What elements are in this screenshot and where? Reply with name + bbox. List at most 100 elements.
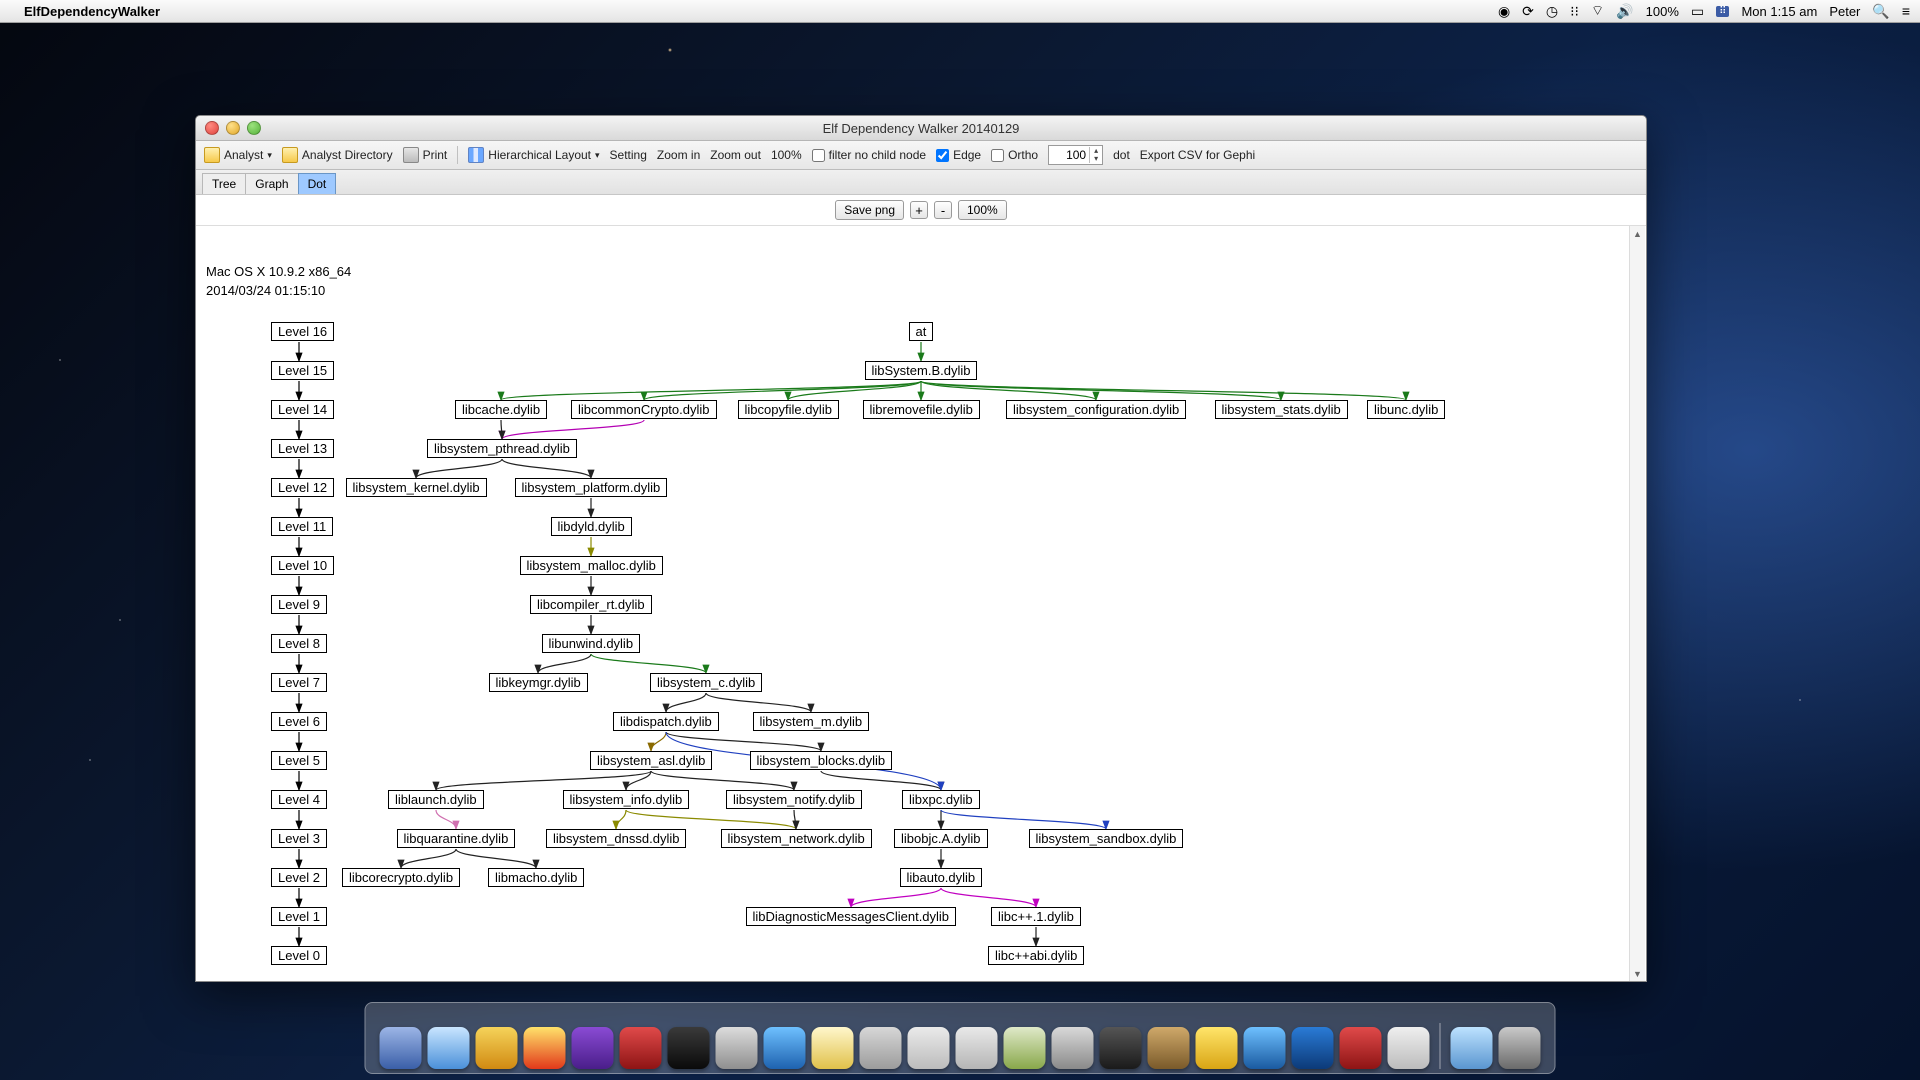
filter-checkbox-input[interactable] <box>812 149 825 162</box>
dock-app-icon[interactable] <box>1388 1027 1430 1069</box>
ortho-checkbox-input[interactable] <box>991 149 1004 162</box>
dep-node-sysB[interactable]: libSystem.B.dylib <box>865 361 978 380</box>
dep-node-ccrypto[interactable]: libcommonCrypto.dylib <box>571 400 717 419</box>
volume-icon[interactable]: 🔊 <box>1616 3 1633 20</box>
tab-tree[interactable]: Tree <box>202 173 246 194</box>
dock-app-icon[interactable] <box>956 1027 998 1069</box>
dock-app-icon[interactable] <box>1004 1027 1046 1069</box>
dep-node-dnssd[interactable]: libsystem_dnssd.dylib <box>546 829 686 848</box>
edge-checkbox-input[interactable] <box>936 149 949 162</box>
dep-node-launch[interactable]: liblaunch.dylib <box>388 790 484 809</box>
dock-app-icon[interactable] <box>1340 1027 1382 1069</box>
save-png-button[interactable]: Save png <box>835 200 904 220</box>
spinner-arrows[interactable]: ▴▾ <box>1089 147 1102 163</box>
dock-app-icon[interactable] <box>1451 1027 1493 1069</box>
menu-extra-icon[interactable]: ⁝⁝ <box>1570 3 1579 20</box>
dep-node-xpc[interactable]: libxpc.dylib <box>902 790 980 809</box>
battery-icon[interactable]: ▭ <box>1691 3 1704 20</box>
dep-node-kernel[interactable]: libsystem_kernel.dylib <box>346 478 487 497</box>
ortho-value-input[interactable] <box>1049 147 1089 163</box>
dep-node-copyfile[interactable]: libcopyfile.dylib <box>738 400 839 419</box>
dep-node-sysc[interactable]: libsystem_c.dylib <box>650 673 762 692</box>
zoom-plus-button[interactable]: + <box>910 201 928 219</box>
menubar-user[interactable]: Peter <box>1829 4 1860 19</box>
tab-graph[interactable]: Graph <box>245 173 298 194</box>
dep-node-network[interactable]: libsystem_network.dylib <box>721 829 872 848</box>
clock-icon[interactable]: ◷ <box>1546 3 1558 20</box>
zoom-100-button[interactable]: 100% <box>771 148 802 162</box>
dep-node-sysconf[interactable]: libsystem_configuration.dylib <box>1006 400 1186 419</box>
export-csv-button[interactable]: Export CSV for Gephi <box>1140 148 1255 162</box>
dock-app-icon[interactable] <box>1292 1027 1334 1069</box>
dep-node-macho[interactable]: libmacho.dylib <box>488 868 584 887</box>
input-source-icon[interactable]: ⠿ <box>1716 6 1729 17</box>
dep-node-keymgr[interactable]: libkeymgr.dylib <box>489 673 588 692</box>
menubar-clock[interactable]: Mon 1:15 am <box>1741 4 1817 19</box>
dep-node-removefile[interactable]: libremovefile.dylib <box>863 400 980 419</box>
dep-node-quarantine[interactable]: libquarantine.dylib <box>397 829 516 848</box>
dep-node-sysm[interactable]: libsystem_m.dylib <box>753 712 870 731</box>
dep-node-diag[interactable]: libDiagnosticMessagesClient.dylib <box>746 907 957 926</box>
dock-app-icon[interactable] <box>620 1027 662 1069</box>
dep-node-sysstats[interactable]: libsystem_stats.dylib <box>1215 400 1348 419</box>
notification-icon[interactable]: ◉ <box>1498 3 1510 20</box>
dep-node-info[interactable]: libsystem_info.dylib <box>563 790 690 809</box>
dep-node-asl[interactable]: libsystem_asl.dylib <box>590 751 712 770</box>
wifi-icon[interactable]: ⌔ <box>1591 2 1604 20</box>
notification-center-icon[interactable]: ≡ <box>1902 3 1910 19</box>
dep-node-unwind[interactable]: libunwind.dylib <box>542 634 641 653</box>
dock-app-icon[interactable] <box>764 1027 806 1069</box>
dep-node-cache[interactable]: libcache.dylib <box>455 400 547 419</box>
dock-app-icon[interactable] <box>428 1027 470 1069</box>
setting-button[interactable]: Setting <box>610 148 647 162</box>
dep-node-sandbox[interactable]: libsystem_sandbox.dylib <box>1029 829 1184 848</box>
dock-app-icon[interactable] <box>1499 1027 1541 1069</box>
analyst-button[interactable]: Analyst ▾ <box>204 147 272 163</box>
layout-dropdown[interactable]: Hierarchical Layout ▾ <box>468 147 599 163</box>
dock-app-icon[interactable] <box>860 1027 902 1069</box>
dep-node-malloc[interactable]: libsystem_malloc.dylib <box>520 556 663 575</box>
ortho-spinner[interactable]: ▴▾ <box>1048 145 1103 165</box>
dock-app-icon[interactable] <box>668 1027 710 1069</box>
dep-node-cpp1[interactable]: libc++.1.dylib <box>991 907 1081 926</box>
dock-app-icon[interactable] <box>1244 1027 1286 1069</box>
ortho-checkbox[interactable]: Ortho <box>991 148 1038 162</box>
dep-node-unc[interactable]: libunc.dylib <box>1367 400 1445 419</box>
zoom-out-button[interactable]: Zoom out <box>710 148 761 162</box>
dep-node-auto[interactable]: libauto.dylib <box>900 868 983 887</box>
dot-button[interactable]: dot <box>1113 148 1130 162</box>
menubar-app-name[interactable]: ElfDependencyWalker <box>24 4 160 19</box>
spotlight-icon[interactable]: 🔍 <box>1872 3 1889 20</box>
dep-node-blocks[interactable]: libsystem_blocks.dylib <box>750 751 893 770</box>
dock-app-icon[interactable] <box>1148 1027 1190 1069</box>
mac-dock[interactable] <box>365 1002 1556 1074</box>
close-button[interactable] <box>205 121 219 135</box>
sync-icon[interactable]: ⟳ <box>1522 3 1534 20</box>
dep-node-cppabi[interactable]: libc++abi.dylib <box>988 946 1084 965</box>
dep-node-compiler[interactable]: libcompiler_rt.dylib <box>530 595 652 614</box>
dock-app-icon[interactable] <box>1100 1027 1142 1069</box>
dep-node-objc[interactable]: libobjc.A.dylib <box>894 829 988 848</box>
analyst-directory-button[interactable]: Analyst Directory <box>282 147 393 163</box>
window-titlebar[interactable]: Elf Dependency Walker 20140129 <box>196 116 1646 141</box>
dep-node-dispatch[interactable]: libdispatch.dylib <box>613 712 719 731</box>
dock-app-icon[interactable] <box>1052 1027 1094 1069</box>
edge-checkbox[interactable]: Edge <box>936 148 981 162</box>
graph-canvas[interactable]: ▲ ▼ Mac OS X 10.9.2 x86_64 2014/03/24 01… <box>196 226 1646 981</box>
dock-app-icon[interactable] <box>524 1027 566 1069</box>
dep-node-at[interactable]: at <box>909 322 934 341</box>
print-button[interactable]: Print <box>403 147 448 163</box>
zoom-button[interactable] <box>247 121 261 135</box>
dock-app-icon[interactable] <box>380 1027 422 1069</box>
dock-app-icon[interactable] <box>716 1027 758 1069</box>
tab-dot[interactable]: Dot <box>298 173 337 194</box>
dep-node-pthread[interactable]: libsystem_pthread.dylib <box>427 439 577 458</box>
dock-app-icon[interactable] <box>812 1027 854 1069</box>
dep-node-notify[interactable]: libsystem_notify.dylib <box>726 790 862 809</box>
dep-node-platform[interactable]: libsystem_platform.dylib <box>515 478 668 497</box>
dock-app-icon[interactable] <box>572 1027 614 1069</box>
dock-app-icon[interactable] <box>908 1027 950 1069</box>
battery-percent[interactable]: 100% <box>1646 4 1679 19</box>
minimize-button[interactable] <box>226 121 240 135</box>
dock-app-icon[interactable] <box>476 1027 518 1069</box>
